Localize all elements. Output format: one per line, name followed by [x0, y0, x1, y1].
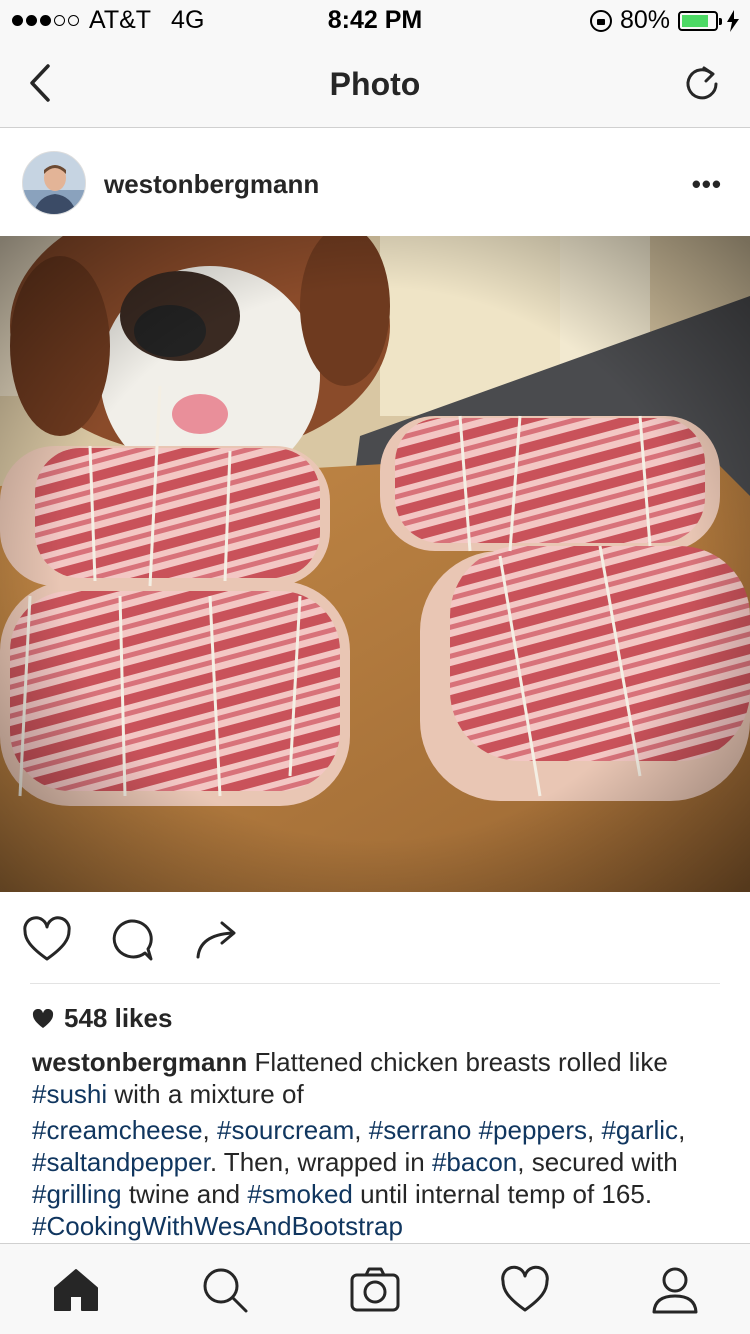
post-photo[interactable] — [0, 236, 750, 892]
battery-icon — [678, 10, 722, 31]
caption-text: twine and — [121, 1179, 248, 1209]
status-bar: AT&T 4G 8:42 PM 80% — [0, 0, 750, 40]
hashtag-link[interactable]: #saltandpepper — [32, 1147, 210, 1177]
activity-heart-icon[interactable] — [499, 1264, 551, 1316]
caption-text: , — [678, 1115, 686, 1145]
page-title: Photo — [329, 66, 421, 102]
caption-text: . Then, wrapped in — [209, 1147, 432, 1177]
profile-icon[interactable] — [649, 1264, 701, 1316]
status-right: 80% — [589, 6, 740, 35]
likes-heart-icon — [32, 1008, 54, 1028]
hashtag-link[interactable]: #creamcheese — [32, 1115, 203, 1145]
hashtag-link[interactable]: #smoked — [247, 1179, 353, 1209]
avatar[interactable] — [22, 151, 86, 215]
nav-bar: Photo — [0, 40, 750, 128]
caption-text: with a mixture of — [107, 1079, 304, 1109]
post-username[interactable]: westonbergmann — [104, 169, 319, 200]
post-header: westonbergmann ••• — [0, 129, 750, 235]
caption-text: , — [354, 1115, 369, 1145]
caption-text: , secured with — [517, 1147, 678, 1177]
actions-divider — [30, 983, 720, 984]
home-icon[interactable] — [50, 1264, 102, 1316]
caption-username[interactable]: westonbergmann — [32, 1047, 247, 1077]
charging-bolt-icon — [727, 9, 739, 32]
likes-label: 548 likes — [64, 1003, 173, 1033]
search-icon[interactable] — [199, 1264, 251, 1316]
hashtag-link[interactable]: #garlic — [601, 1115, 678, 1145]
hashtag-link[interactable]: #serrano — [369, 1115, 472, 1145]
caption-text — [471, 1115, 478, 1145]
hashtag-link[interactable]: #grilling — [32, 1179, 122, 1209]
hashtag-link[interactable]: #bacon — [432, 1147, 517, 1177]
caption-text: until internal temp of 165. — [352, 1179, 653, 1209]
share-icon[interactable] — [192, 915, 242, 965]
hashtag-link[interactable]: #sourcream — [217, 1115, 354, 1145]
likes-count[interactable]: 548 likes — [32, 1003, 172, 1034]
camera-icon[interactable] — [349, 1264, 401, 1316]
post-actions — [0, 895, 750, 983]
battery-percent: 80% — [619, 6, 670, 34]
heart-icon[interactable] — [22, 915, 72, 965]
caption-text: , — [202, 1115, 217, 1145]
more-options-icon[interactable]: ••• — [692, 169, 722, 200]
rotation-lock-icon — [589, 9, 612, 32]
caption-text: , — [587, 1115, 602, 1145]
tab-bar — [0, 1243, 750, 1334]
caption-text: Flattened chicken breasts rolled like — [247, 1047, 668, 1077]
hashtag-link[interactable]: #sushi — [32, 1079, 107, 1109]
comment-icon[interactable] — [106, 915, 156, 965]
hashtag-link[interactable]: #CookingWithWesAndBootstrap — [32, 1211, 403, 1241]
hashtag-link[interactable]: #peppers — [479, 1115, 587, 1145]
post-caption: westonbergmann Flattened chicken breasts… — [32, 1046, 732, 1242]
refresh-icon[interactable] — [682, 64, 722, 104]
